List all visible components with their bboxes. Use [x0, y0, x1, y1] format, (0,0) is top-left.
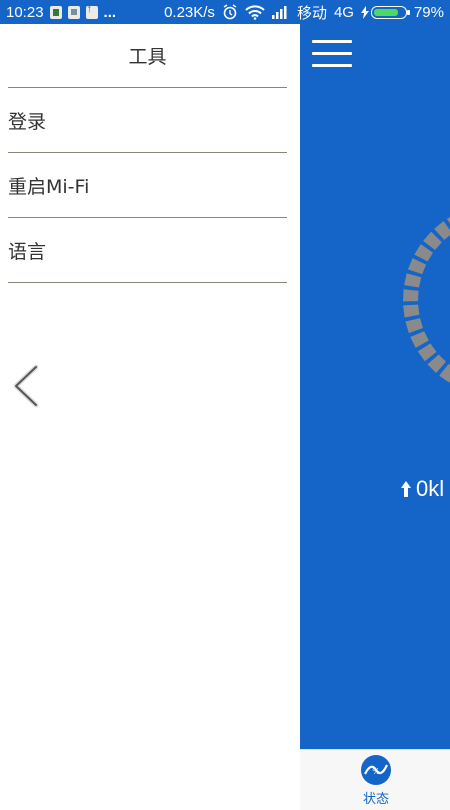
tab-status-label: 状态	[362, 792, 389, 807]
menu-item-login[interactable]: 登录	[8, 88, 287, 153]
gauge-segment	[427, 354, 446, 373]
gauge-segment	[423, 231, 442, 250]
carrier-name: 移动	[296, 4, 327, 22]
wifi-icon	[245, 4, 265, 20]
status-time: 10:23	[6, 3, 44, 21]
status-icon: %	[361, 755, 391, 785]
gauge-segment	[414, 244, 433, 262]
menu-item-language[interactable]: 语言	[8, 218, 287, 283]
tab-status[interactable]: % 状态	[358, 754, 394, 807]
menu-item-restart-mifi[interactable]: 重启Mi-Fi	[8, 153, 287, 218]
battery-icon	[370, 5, 410, 19]
battery-percent: 79%	[413, 3, 444, 21]
app-notification-icon	[67, 5, 80, 19]
charging-icon	[360, 5, 369, 19]
tools-drawer: 工具 登录 重启Mi-Fi 语言	[0, 24, 300, 810]
gauge-segment	[405, 318, 423, 334]
upload-speed: 0kl	[400, 476, 444, 502]
gauge-segment	[403, 304, 420, 318]
network-type: 4G	[333, 3, 354, 21]
alarm-icon	[223, 4, 237, 20]
gauge-segment	[404, 273, 422, 288]
upload-notification-icon	[85, 3, 98, 19]
chevron-left-icon[interactable]	[10, 364, 42, 408]
status-bar: 10:23 ... 0.23K/s 移动 4G	[0, 0, 450, 24]
gauge-segment	[407, 258, 427, 275]
more-notifications: ...	[103, 3, 117, 21]
main-panel: 0kl	[300, 24, 450, 749]
svg-text:%: %	[372, 767, 380, 776]
signal-icon	[271, 6, 287, 19]
net-speed: 0.23K/s	[164, 3, 215, 21]
menu-icon[interactable]	[312, 40, 352, 70]
drawer-title: 工具	[8, 24, 287, 88]
upload-speed-value: 0kl	[416, 476, 445, 501]
upload-arrow-icon	[401, 481, 411, 497]
bottom-tab-bar: % 状态	[300, 749, 450, 810]
gauge-segment	[403, 289, 419, 302]
gauge-segment	[410, 331, 429, 348]
speed-gauge	[403, 217, 450, 383]
sim-notification-icon	[49, 5, 62, 19]
gauge-segment	[417, 343, 437, 362]
